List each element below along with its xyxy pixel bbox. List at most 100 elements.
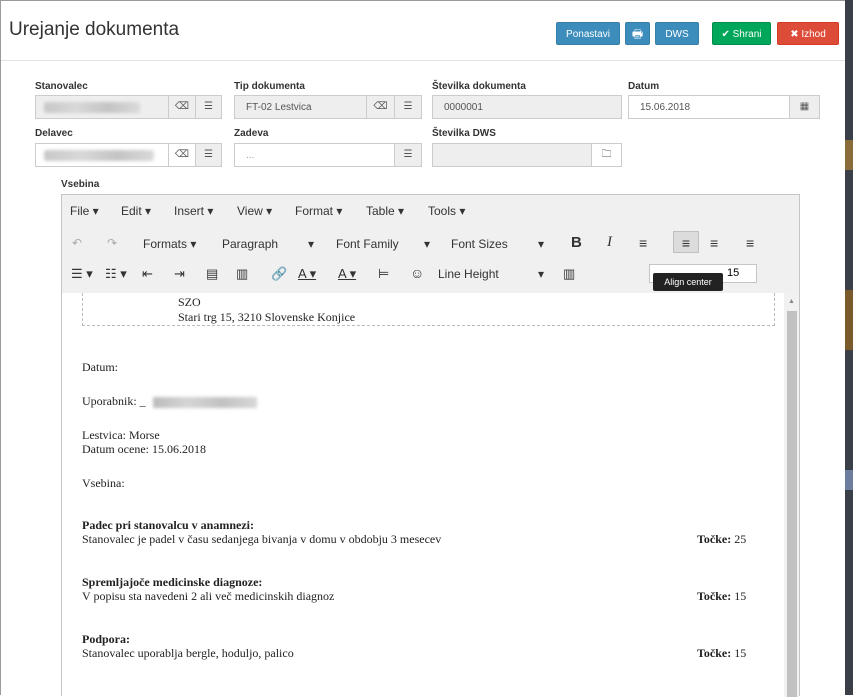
org-address: Stari trg 15, 3210 Slovenske Konjice	[178, 310, 356, 324]
emoticon-icon[interactable]: ☺	[410, 265, 424, 281]
bullet-list-icon[interactable]: ☰ ▾	[71, 266, 93, 282]
undo-icon[interactable]: ↶	[72, 236, 82, 250]
section-points: Točke: 15	[697, 589, 747, 603]
datum-ocene-line: Datum ocene: 15.06.2018	[82, 442, 206, 456]
redacted-text	[44, 102, 140, 113]
org-name: SZO	[178, 295, 201, 309]
list-icon: ☰	[403, 149, 413, 160]
eraser-button[interactable]: ⌫	[366, 95, 395, 119]
section-points: Točke: 15	[697, 646, 747, 660]
italic-icon[interactable]: I	[607, 234, 612, 251]
horizontal-rule-icon[interactable]: ⊨	[378, 266, 389, 282]
eraser-icon: ⌫	[174, 149, 190, 160]
datum-label: Datum	[628, 81, 660, 92]
menu-insert[interactable]: Insert ▾	[174, 204, 213, 218]
menu-tools[interactable]: Tools ▾	[428, 204, 465, 218]
align-center-icon[interactable]: ≡	[673, 231, 699, 253]
rtl-icon[interactable]: ▥	[236, 266, 248, 282]
section-heading: Spremljajoče medicinske diagnoze:	[82, 575, 263, 589]
chevron-down-icon[interactable]: ▾	[538, 267, 544, 281]
indent-icon[interactable]: ⇥	[174, 266, 185, 282]
delavec-label: Delavec	[35, 128, 73, 139]
rich-text-editor: File ▾ Edit ▾ Insert ▾ View ▾ Format ▾ T…	[61, 194, 800, 697]
list-icon: ☰	[403, 101, 413, 112]
formats-dropdown[interactable]: Formats ▾	[143, 237, 196, 251]
dws-field[interactable]	[432, 143, 592, 167]
stanovalec-field[interactable]	[35, 95, 169, 119]
menu-format[interactable]: Format ▾	[295, 204, 342, 218]
datum-field[interactable]: 15.06.2018	[628, 95, 790, 119]
font-family-dropdown[interactable]: Font Family	[336, 237, 399, 251]
redacted-text	[44, 150, 154, 161]
dialog-window: Urejanje dokumenta Ponastavi 🖶 DWS ✔ Shr…	[0, 0, 851, 697]
exit-button[interactable]: ✖ Izhod	[777, 22, 839, 45]
align-right-icon[interactable]: ≡	[710, 235, 718, 251]
chevron-down-icon[interactable]: ▾	[424, 237, 430, 251]
stevilka-field[interactable]: 0000001	[432, 95, 622, 119]
ltr-icon[interactable]: ▤	[206, 266, 218, 282]
background-color-icon[interactable]: A ▾	[338, 266, 356, 282]
datum-line: Datum:	[82, 360, 118, 374]
outdent-icon[interactable]: ⇤	[142, 266, 153, 282]
dws-label: Številka DWS	[432, 128, 496, 139]
chevron-down-icon[interactable]: ▾	[538, 237, 544, 251]
delavec-field[interactable]	[35, 143, 169, 167]
calendar-icon: ▦	[799, 101, 810, 112]
section-heading: Podpora:	[82, 632, 130, 646]
section-text: V popisu sta navedeni 2 ali več medicins…	[82, 589, 335, 603]
list-icon: ☰	[204, 101, 213, 112]
menu-edit[interactable]: Edit ▾	[121, 204, 151, 218]
eraser-button[interactable]: ⌫	[168, 143, 196, 167]
scrollbar-thumb[interactable]	[787, 311, 797, 697]
tip-value: FT-02 Lestvica	[246, 102, 312, 113]
menu-table[interactable]: Table ▾	[366, 204, 404, 218]
tip-field[interactable]: FT-02 Lestvica	[234, 95, 367, 119]
header-table: SZO Stari trg 15, 3210 Slovenske Konjice	[82, 293, 775, 326]
dws-button[interactable]: DWS	[655, 22, 699, 45]
save-button[interactable]: ✔ Shrani	[712, 22, 771, 45]
folder-button[interactable]: 🗀	[591, 143, 622, 167]
folder-icon: 🗀	[601, 149, 612, 160]
redo-icon[interactable]: ↷	[107, 236, 117, 250]
print-button[interactable]: 🖶	[625, 22, 650, 45]
menu-file[interactable]: File ▾	[70, 204, 99, 218]
uporabnik-text: Uporabnik: _	[82, 394, 146, 408]
eraser-button[interactable]: ⌫	[168, 95, 196, 119]
print-icon: 🖶	[631, 27, 644, 41]
editor-scrollbar[interactable]: ▲	[784, 293, 799, 697]
size-value: 15	[727, 267, 740, 279]
zadeva-placeholder: ...	[246, 150, 255, 161]
chevron-down-icon[interactable]: ▾	[308, 237, 314, 251]
vsebina-line: Vsebina:	[82, 476, 125, 490]
stevilka-value: 0000001	[444, 102, 483, 113]
list-button[interactable]: ☰	[195, 95, 222, 119]
line-height-dropdown[interactable]: Line Height	[438, 267, 499, 281]
align-justify-icon[interactable]: ≡	[746, 235, 754, 251]
list-button[interactable]: ☰	[394, 95, 422, 119]
zadeva-field[interactable]: ...	[234, 143, 395, 167]
font-sizes-dropdown[interactable]: Font Sizes	[451, 237, 508, 251]
scroll-up-icon[interactable]: ▲	[788, 297, 795, 305]
stanovalec-label: Stanovalec	[35, 81, 88, 92]
reset-button[interactable]: Ponastavi	[556, 22, 620, 45]
chart-icon[interactable]: ▥	[563, 266, 575, 282]
stevilka-label: Številka dokumenta	[432, 81, 526, 92]
list-button[interactable]: ☰	[394, 143, 422, 167]
datum-value: 15.06.2018	[640, 102, 691, 113]
redacted-text	[152, 396, 257, 408]
editor-content[interactable]: SZO Stari trg 15, 3210 Slovenske Konjice…	[62, 293, 799, 697]
page-title: Urejanje dokumenta	[9, 19, 180, 40]
bold-icon[interactable]: B	[571, 234, 582, 251]
section-points: Točke: 25	[697, 532, 747, 546]
calendar-button[interactable]: ▦	[789, 95, 820, 119]
dialog-header: Urejanje dokumenta Ponastavi 🖶 DWS ✔ Shr…	[1, 1, 846, 61]
paragraph-dropdown[interactable]: Paragraph	[222, 237, 278, 251]
align-left-icon[interactable]: ≡	[639, 235, 647, 251]
eraser-icon: ⌫	[373, 101, 388, 112]
tip-label: Tip dokumenta	[234, 81, 305, 92]
menu-view[interactable]: View ▾	[237, 204, 272, 218]
numbered-list-icon[interactable]: ☷ ▾	[105, 266, 127, 282]
list-button[interactable]: ☰	[195, 143, 222, 167]
text-color-icon[interactable]: A ▾	[298, 266, 316, 282]
link-icon[interactable]: 🔗	[271, 266, 287, 282]
